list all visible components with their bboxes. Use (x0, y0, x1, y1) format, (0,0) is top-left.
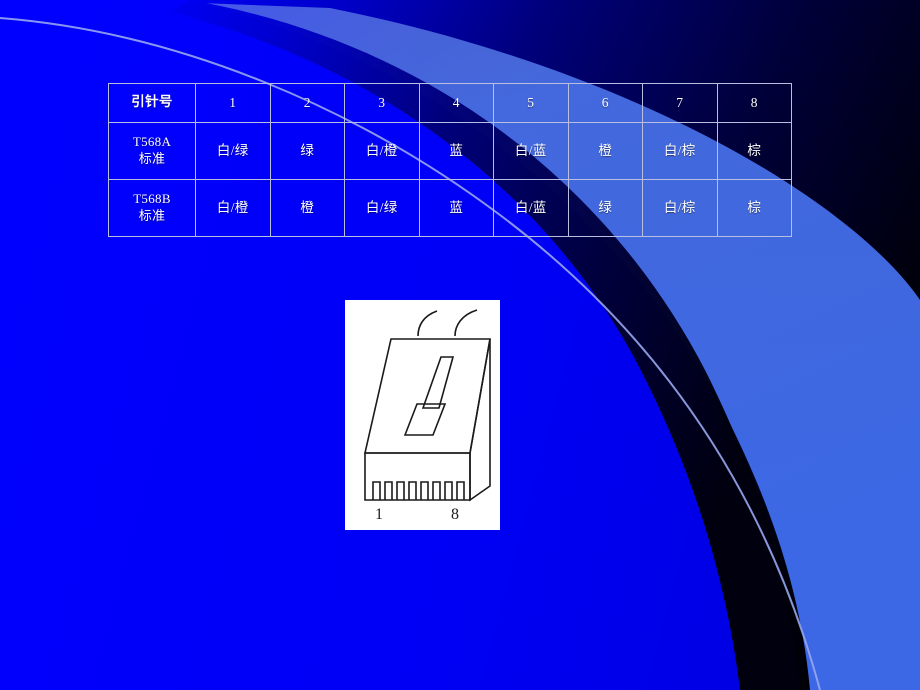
table: 引针号 1 2 3 4 5 6 7 8 T568A 标准 白/绿 绿 白/橙 蓝… (108, 83, 792, 237)
pin-label-last: 8 (451, 506, 459, 523)
table-row: T568B 标准 白/橙 橙 白/绿 蓝 白/蓝 绿 白/棕 棕 (108, 179, 792, 237)
cell-t568a-3: 白/橙 (344, 122, 420, 180)
rj45-connector-diagram: 1 8 (345, 300, 500, 530)
row-label-sub: 标准 (138, 151, 166, 166)
cell-t568a-6: 橙 (567, 122, 643, 180)
header-cell-2: 2 (269, 83, 345, 123)
cell-t568a-7: 白/棕 (642, 122, 718, 180)
table-row: T568A 标准 白/绿 绿 白/橙 蓝 白/蓝 橙 白/棕 棕 (108, 122, 792, 180)
header-cell-1: 1 (195, 83, 271, 123)
cell-t568b-1: 白/橙 (195, 179, 271, 237)
cell-t568b-5: 白/蓝 (493, 179, 569, 237)
header-cell-7: 7 (642, 83, 718, 123)
row-label-t568b: T568B 标准 (108, 179, 196, 237)
row-label-main: T568B (133, 191, 171, 207)
cell-t568a-5: 白/蓝 (493, 122, 569, 180)
cell-t568b-7: 白/棕 (642, 179, 718, 237)
presentation-slide: 引针号 1 2 3 4 5 6 7 8 T568A 标准 白/绿 绿 白/橙 蓝… (0, 0, 920, 690)
cell-t568a-8: 棕 (716, 122, 792, 180)
cell-t568b-6: 绿 (567, 179, 643, 237)
cell-t568b-4: 蓝 (418, 179, 494, 237)
cell-t568a-2: 绿 (269, 122, 345, 180)
pin-label-first: 1 (375, 506, 383, 523)
header-cell-pin-number: 引针号 (108, 83, 196, 123)
cell-t568b-2: 橙 (269, 179, 345, 237)
cell-t568b-8: 棕 (716, 179, 792, 237)
cell-t568a-4: 蓝 (418, 122, 494, 180)
pin-assignment-table: 引针号 1 2 3 4 5 6 7 8 T568A 标准 白/绿 绿 白/橙 蓝… (108, 83, 792, 237)
row-label-t568a: T568A 标准 (108, 122, 196, 180)
header-cell-4: 4 (418, 83, 494, 123)
header-cell-5: 5 (493, 83, 569, 123)
header-cell-3: 3 (344, 83, 420, 123)
cell-t568a-1: 白/绿 (195, 122, 271, 180)
header-cell-8: 8 (716, 83, 792, 123)
header-cell-6: 6 (567, 83, 643, 123)
row-label-main: T568A (132, 134, 172, 150)
cell-t568b-3: 白/绿 (344, 179, 420, 237)
table-header-row: 引针号 1 2 3 4 5 6 7 8 (108, 83, 792, 123)
rj45-connector-image: 1 8 (345, 300, 500, 530)
row-label-sub: 标准 (138, 208, 166, 223)
